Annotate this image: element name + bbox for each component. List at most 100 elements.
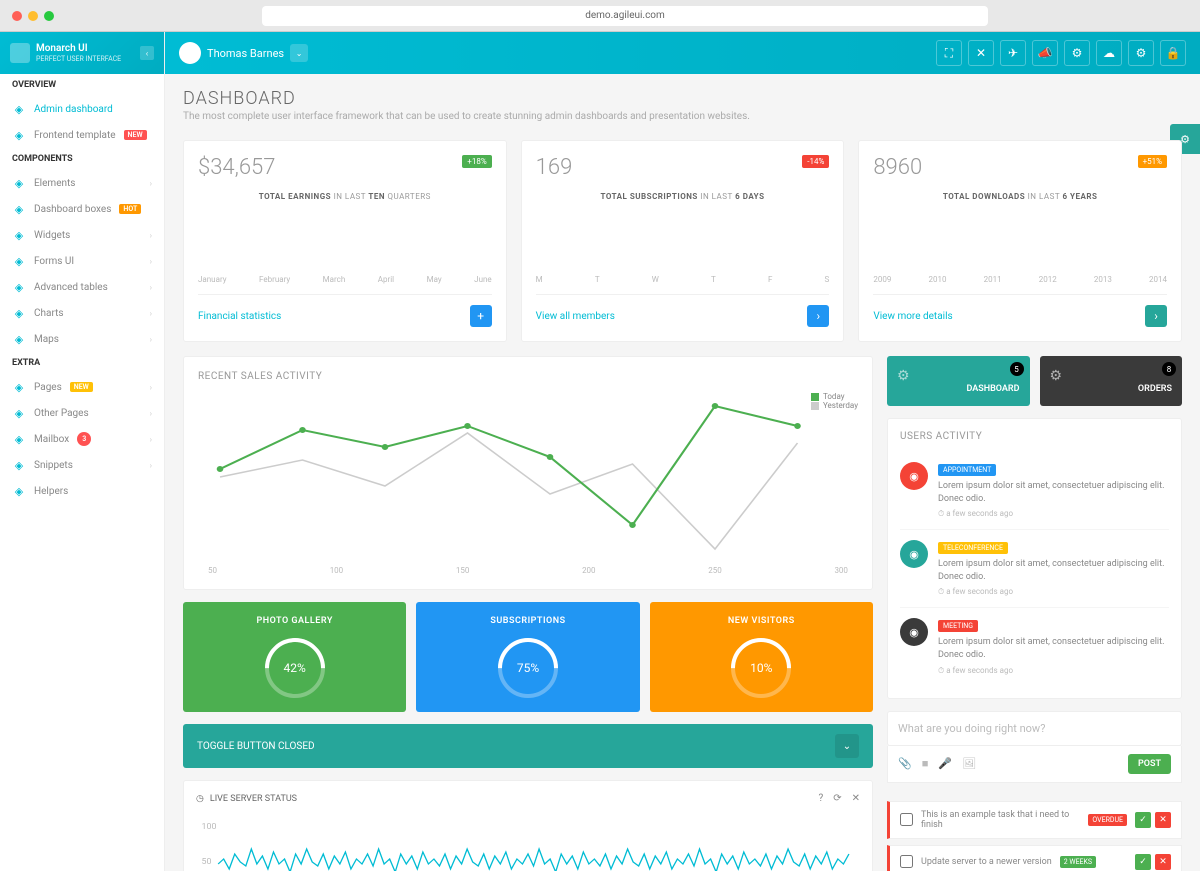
gauge-ring: 42% <box>265 638 325 698</box>
sidebar-item-admin-dashboard[interactable]: ◈Admin dashboard <box>0 96 164 122</box>
map-icon: ◈ <box>12 332 26 346</box>
lock-icon[interactable]: 🔒 <box>1160 40 1186 66</box>
task-checkbox[interactable] <box>900 855 913 868</box>
activity-title: USERS ACTIVITY <box>900 431 1169 442</box>
sales-xaxis: 50100150200250300 <box>198 566 858 575</box>
close-icon[interactable]: ✕ <box>852 793 860 804</box>
widget-icon: ◈ <box>12 228 26 242</box>
sidebar-item-pages[interactable]: ◈PagesNEW› <box>0 374 164 400</box>
minimize-window-icon[interactable] <box>28 11 38 21</box>
sidebar: Monarch UI PERFECT USER INTERFACE ‹ OVER… <box>0 32 165 871</box>
refresh-icon[interactable]: ⟳ <box>833 793 841 804</box>
send-icon[interactable]: ✈ <box>1000 40 1026 66</box>
stat-card-2: 8960 +51% TOTAL DOWNLOADS IN LAST 6 YEAR… <box>858 140 1182 342</box>
task-checkbox[interactable] <box>900 813 913 826</box>
chevron-right-icon: › <box>150 335 152 344</box>
gauge-ring: 10% <box>731 638 791 698</box>
sliders-icon[interactable]: ⚙ <box>1064 40 1090 66</box>
activity-time: ⏱ a few seconds ago <box>938 666 1169 676</box>
stat-delta-badge: -14% <box>802 155 829 168</box>
toggle-button[interactable]: TOGGLE BUTTON CLOSED ⌄ <box>183 724 873 768</box>
task-item: Update server to a newer version2 WEEKS … <box>887 845 1182 871</box>
mail-icon: ◈ <box>12 432 26 446</box>
grid-icon[interactable]: ✕ <box>968 40 994 66</box>
image-icon[interactable]: 🖼 <box>962 757 976 770</box>
tile-dashboard[interactable]: 5⚙DASHBOARD <box>887 356 1030 406</box>
box-icon: ◈ <box>12 202 26 216</box>
chevron-right-icon: › <box>150 179 152 188</box>
task-text: Update server to a newer version <box>921 857 1052 867</box>
attach-icon[interactable]: 📎 <box>898 757 912 770</box>
activity-time: ⏱ a few seconds ago <box>938 509 1169 519</box>
sidebar-item-dashboard-boxes[interactable]: ◈Dashboard boxesHOT <box>0 196 164 222</box>
chevron-down-icon[interactable]: ⌄ <box>290 44 308 62</box>
stat-action-button[interactable]: › <box>1145 305 1167 327</box>
maximize-window-icon[interactable] <box>44 11 54 21</box>
sidebar-item-elements[interactable]: ◈Elements› <box>0 170 164 196</box>
task-delete-button[interactable]: ✕ <box>1155 854 1171 870</box>
chevron-right-icon: › <box>150 409 152 418</box>
avatar-icon <box>179 42 201 64</box>
nav-section-header: EXTRA <box>0 352 164 374</box>
window-controls[interactable] <box>12 11 54 21</box>
megaphone-icon[interactable]: 📣 <box>1032 40 1058 66</box>
sidebar-item-helpers[interactable]: ◈Helpers <box>0 478 164 504</box>
close-window-icon[interactable] <box>12 11 22 21</box>
task-item: This is an example task that i need to f… <box>887 801 1182 839</box>
sidebar-item-other-pages[interactable]: ◈Other Pages› <box>0 400 164 426</box>
snippet-icon: ◈ <box>12 458 26 472</box>
stat-delta-badge: +51% <box>1138 155 1167 168</box>
stat-link[interactable]: Financial statistics <box>198 311 281 322</box>
sidebar-item-charts[interactable]: ◈Charts› <box>0 300 164 326</box>
sidebar-item-mailbox[interactable]: ◈Mailbox3› <box>0 426 164 452</box>
video-icon[interactable]: ■ <box>922 757 929 770</box>
tile-orders[interactable]: 8⚙ORDERS <box>1040 356 1183 406</box>
gauge-subscriptions[interactable]: SUBSCRIPTIONS75% <box>416 602 639 712</box>
activity-badge: MEETING <box>938 620 978 632</box>
clock-icon: ◷ <box>196 794 204 804</box>
url-bar[interactable]: demo.agileui.com <box>262 6 988 26</box>
task-done-button[interactable]: ✓ <box>1135 812 1151 828</box>
nav-section-header: OVERVIEW <box>0 74 164 96</box>
sidebar-collapse-button[interactable]: ‹ <box>140 46 154 60</box>
sidebar-item-advanced-tables[interactable]: ◈Advanced tables› <box>0 274 164 300</box>
stat-link[interactable]: View all members <box>536 311 615 322</box>
stat-action-button[interactable]: › <box>807 305 829 327</box>
sales-line-chart: Today Yesterday <box>198 392 858 562</box>
task-delete-button[interactable]: ✕ <box>1155 812 1171 828</box>
activity-text: Lorem ipsum dolor sit amet, consectetuer… <box>938 636 1169 661</box>
page-title: DASHBOARD <box>183 88 1182 109</box>
help-icon[interactable]: ? <box>818 793 823 804</box>
post-button[interactable]: POST <box>1128 754 1171 774</box>
stat-link[interactable]: View more details <box>873 311 952 322</box>
stat-xaxis: 200920102011201220132014 <box>873 275 1167 284</box>
brand-subtitle: PERFECT USER INTERFACE <box>36 55 121 63</box>
svg-text:50: 50 <box>202 857 212 866</box>
activity-text: Lorem ipsum dolor sit amet, consectetuer… <box>938 558 1169 583</box>
stat-delta-badge: +18% <box>462 155 491 168</box>
user-menu[interactable]: Thomas Barnes ⌄ <box>179 42 308 64</box>
page-icon: ◈ <box>12 380 26 394</box>
brand: Monarch UI PERFECT USER INTERFACE ‹ <box>0 32 164 74</box>
sidebar-item-widgets[interactable]: ◈Widgets› <box>0 222 164 248</box>
gauge-photo-gallery[interactable]: PHOTO GALLERY42% <box>183 602 406 712</box>
page2-icon: ◈ <box>12 406 26 420</box>
cloud-icon[interactable]: ☁ <box>1096 40 1122 66</box>
sidebar-item-forms-ui[interactable]: ◈Forms UI› <box>0 248 164 274</box>
users-activity-card: USERS ACTIVITY ◉ APPOINTMENT Lorem ipsum… <box>887 418 1182 699</box>
mic-icon[interactable]: 🎤 <box>938 757 952 770</box>
sidebar-item-maps[interactable]: ◈Maps› <box>0 326 164 352</box>
stat-action-button[interactable]: + <box>470 305 492 327</box>
stat-value: 8960 <box>873 155 1167 180</box>
gear-icon[interactable]: ⚙ <box>1128 40 1154 66</box>
sidebar-item-frontend-template[interactable]: ◈Frontend templateNEW <box>0 122 164 148</box>
task-done-button[interactable]: ✓ <box>1135 854 1151 870</box>
layout-icon: ◈ <box>12 128 26 142</box>
stat-card-1: 169 -14% TOTAL SUBSCRIPTIONS IN LAST 6 D… <box>521 140 845 342</box>
status-input[interactable]: What are you doing right now? <box>887 711 1182 746</box>
nav-badge: NEW <box>124 130 147 140</box>
tile-icon: ⚙ <box>897 368 1020 384</box>
gauge-new-visitors[interactable]: NEW VISITORS10% <box>650 602 873 712</box>
expand-icon[interactable]: ⛶ <box>936 40 962 66</box>
sidebar-item-snippets[interactable]: ◈Snippets› <box>0 452 164 478</box>
